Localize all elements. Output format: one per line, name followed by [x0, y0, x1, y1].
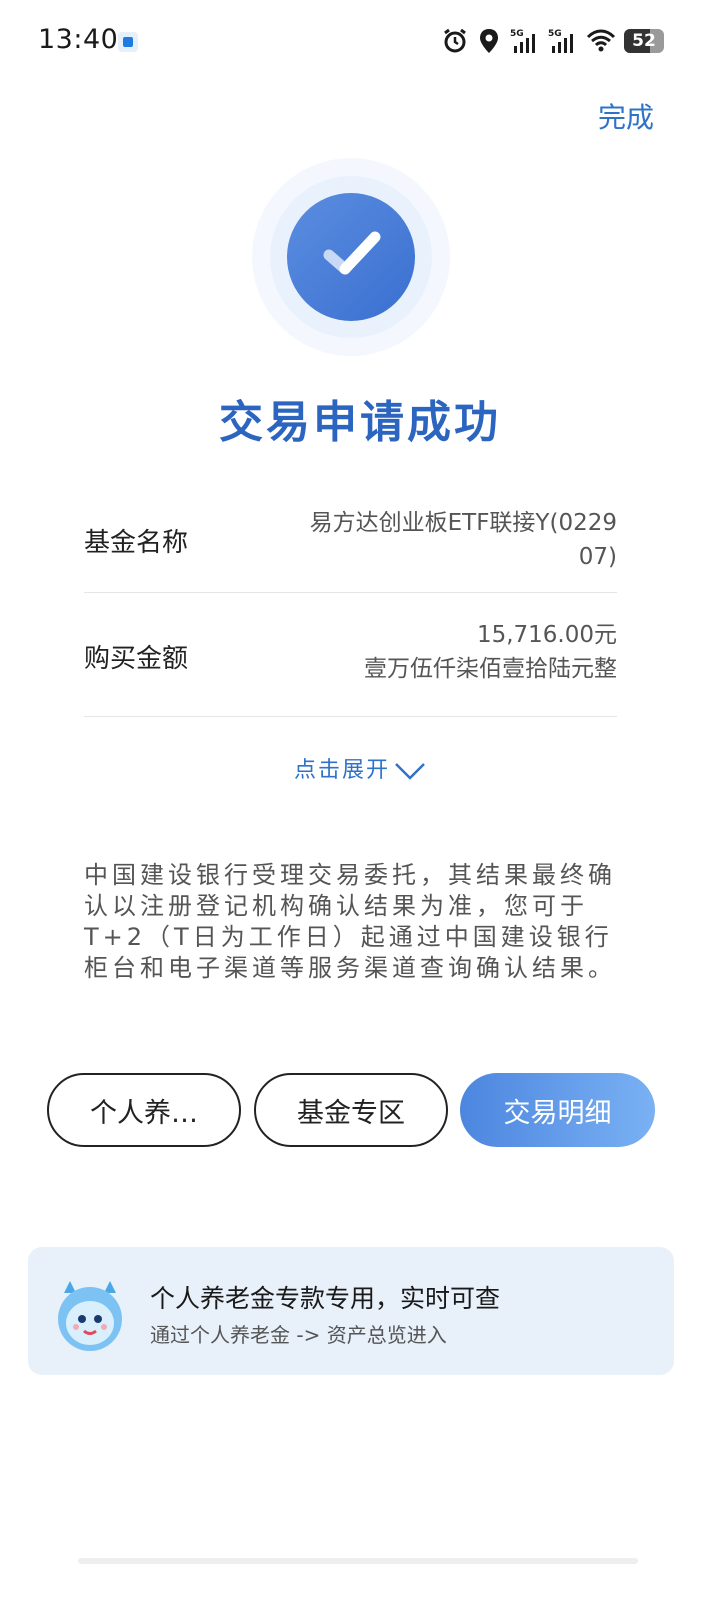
result-title: 交易申请成功: [219, 397, 501, 448]
mascot-avatar: [58, 1281, 122, 1351]
amount-label: 购买金额: [84, 644, 189, 674]
svg-text:5G: 5G: [548, 29, 562, 39]
expand-label: 点击展开: [293, 758, 390, 783]
transaction-details-button[interactable]: 交易明细: [460, 1073, 655, 1147]
fund-zone-button[interactable]: 基金专区: [254, 1073, 448, 1147]
fund-name-row: 基金名称 易方达创业板ETF联接Y(0229 07): [84, 500, 617, 590]
wifi-icon: [586, 29, 616, 52]
app-notification-icon: [118, 32, 138, 52]
fund-name-label: 基金名称: [84, 528, 189, 558]
pension-promo-card[interactable]: 个人养老金专款专用，实时可查 通过个人养老金 -> 资产总览进入: [28, 1247, 674, 1375]
home-indicator: [78, 1558, 638, 1564]
status-time: 13:40: [38, 24, 119, 55]
status-bar: 13:40 5G 5G 52: [0, 0, 720, 84]
promo-title: 个人养老金专款专用，实时可查: [150, 1284, 501, 1313]
battery-icon: 52: [624, 29, 664, 53]
amount-value: 15,716.00元 壹万伍仟柒佰壹拾陆元整: [257, 618, 617, 686]
expand-button[interactable]: 点击展开: [0, 752, 720, 784]
alarm-icon: [444, 28, 466, 53]
check-icon: [287, 193, 415, 321]
amount-uppercase: 壹万伍仟柒佰壹拾陆元整: [364, 656, 617, 682]
notice-text: 中国建设银行受理交易委托，其结果最终确认以注册登记机构确认结果为准，您可于T+2…: [84, 861, 616, 982]
location-icon: [480, 29, 498, 53]
amount-number: 15,716.00元: [476, 622, 617, 648]
chevron-down-icon: [395, 763, 425, 780]
status-icons: 5G 5G 52: [442, 26, 664, 56]
promo-subtitle: 通过个人养老金 -> 资产总览进入: [150, 1323, 447, 1347]
done-button[interactable]: 完成: [598, 96, 654, 136]
fund-name-value: 易方达创业板ETF联接Y(0229 07): [309, 510, 617, 570]
divider: [84, 716, 617, 717]
pension-button[interactable]: 个人养…: [47, 1073, 241, 1147]
amount-row: 购买金额 15,716.00元 壹万伍仟柒佰壹拾陆元整: [84, 618, 617, 714]
signal-5g-icon: 5G: [548, 29, 573, 53]
divider: [84, 592, 617, 593]
svg-text:5G: 5G: [510, 29, 524, 39]
battery-level: 52: [632, 31, 656, 51]
signal-5g-icon: 5G: [510, 29, 535, 53]
